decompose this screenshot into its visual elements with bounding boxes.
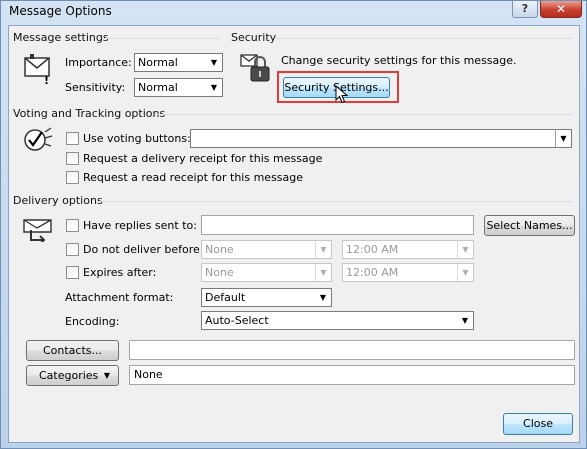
security-lock-icon [240,54,270,82]
do-not-deliver-checkbox[interactable] [66,243,79,256]
message-settings-title: Message settings [13,31,113,44]
voting-buttons-select[interactable]: ▼ [190,129,572,148]
delivery-receipt-checkbox[interactable] [66,152,79,165]
contacts-input[interactable] [129,340,575,360]
have-replies-label: Have replies sent to: [83,219,197,232]
read-receipt-label: Request a read receipt for this message [83,171,304,184]
expires-date-value: None [205,266,234,279]
chevron-down-icon: ▼ [457,241,473,258]
svg-text:!: ! [44,74,49,84]
do-not-deliver-date-select[interactable]: None ▼ [201,240,332,259]
chevron-down-icon: ▼ [555,130,571,147]
do-not-deliver-date-value: None [205,243,234,256]
message-options-dialog: Message Options ? ✕ Message settings ! I… [0,0,587,449]
attachment-format-select[interactable]: Default ▼ [201,288,332,307]
chevron-down-icon: ▼ [315,264,331,281]
voting-tracking-title: Voting and Tracking options [13,107,170,120]
window-title: Message Options [9,4,112,18]
sensitivity-label: Sensitivity: [65,81,126,94]
contacts-button[interactable]: Contacts... [26,340,119,361]
have-replies-checkbox[interactable] [66,219,79,232]
chevron-down-icon: ▼ [457,264,473,281]
expires-after-label: Expires after: [83,266,157,279]
expires-after-checkbox[interactable] [66,266,79,279]
dialog-body: Message settings ! Importance: Normal ▼ … [8,25,580,443]
categories-label: Categories [39,369,99,382]
sensitivity-select[interactable]: Normal ▼ [134,78,223,97]
chevron-down-icon: ▼ [103,371,110,380]
help-button[interactable]: ? [512,1,538,18]
attachment-format-value: Default [205,291,246,304]
importance-select[interactable]: Normal ▼ [134,53,223,72]
divider [155,114,573,115]
use-voting-label: Use voting buttons: [83,132,191,145]
replies-to-input[interactable] [201,215,474,235]
chevron-down-icon: ▼ [210,58,218,67]
encoding-select[interactable]: Auto-Select ▼ [201,311,474,330]
attachment-format-label: Attachment format: [65,291,174,304]
encoding-value: Auto-Select [205,314,269,327]
do-not-deliver-time-select[interactable]: 12:00 AM ▼ [342,240,474,259]
divider [275,38,573,39]
security-description: Change security settings for this messag… [281,54,517,67]
select-names-button[interactable]: Select Names... [484,215,575,236]
expires-time-value: 12:00 AM [346,266,399,279]
use-voting-checkbox[interactable] [66,132,79,145]
categories-button[interactable]: Categories ▼ [26,365,119,386]
importance-label: Importance: [65,56,132,69]
window-close-button[interactable]: ✕ [540,1,582,18]
voting-check-icon [24,127,53,151]
chevron-down-icon: ▼ [319,293,327,302]
delivery-receipt-label: Request a delivery receipt for this mess… [83,152,323,165]
message-envelope-icon: ! [24,54,50,84]
delivery-envelope-icon [23,219,52,242]
categories-input[interactable]: None [129,365,575,385]
do-not-deliver-time-value: 12:00 AM [346,243,399,256]
chevron-down-icon: ▼ [315,241,331,258]
expires-date-select[interactable]: None ▼ [201,263,332,282]
title-bar[interactable]: Message Options ? ✕ [1,1,586,23]
close-button[interactable]: Close [503,413,573,435]
chevron-down-icon: ▼ [461,316,469,325]
mouse-pointer-icon [335,85,349,104]
delivery-options-title: Delivery options [13,194,107,207]
expires-time-select[interactable]: 12:00 AM ▼ [342,263,474,282]
divider [97,201,573,202]
read-receipt-checkbox[interactable] [66,171,79,184]
do-not-deliver-label: Do not deliver before: [83,243,204,256]
security-title: Security [231,31,281,44]
chevron-down-icon: ▼ [210,83,218,92]
encoding-label: Encoding: [65,315,120,328]
divider [104,38,220,39]
